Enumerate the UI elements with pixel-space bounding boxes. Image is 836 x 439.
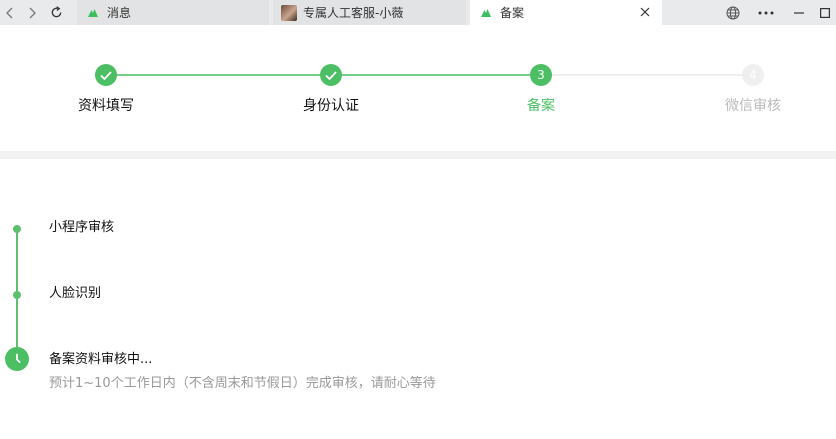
tab-label: 备案 <box>500 6 525 20</box>
tab-label: 消息 <box>107 6 132 20</box>
section-divider <box>0 151 836 159</box>
step-label-fill-info: 资料填写 <box>78 98 134 114</box>
step-connector <box>331 74 541 76</box>
clock-icon <box>5 347 29 371</box>
step-label-wechat-review: 微信审核 <box>725 98 781 114</box>
step-connector <box>541 74 753 76</box>
step-4-pending-badge: 4 <box>742 64 764 86</box>
progress-timeline: 小程序审核 人脸识别 备案资料审核中... 预计1~10个工作日内（不含周末和节… <box>0 159 836 439</box>
step-3-current-badge: 3 <box>530 64 552 86</box>
timeline-connector <box>16 295 18 353</box>
timeline-item-title: 小程序审核 <box>49 220 115 235</box>
close-tab-button[interactable] <box>638 5 652 19</box>
tab-filing[interactable]: 备案 <box>470 0 662 25</box>
timeline-done-dot <box>13 291 21 299</box>
tab-label: 专属人工客服-小薇 <box>303 6 404 20</box>
timeline-item-title: 备案资料审核中... <box>49 352 153 367</box>
step-number: 4 <box>749 68 757 82</box>
timeline-connector <box>16 229 18 295</box>
mini-program-icon <box>480 7 492 19</box>
step-label-filing: 备案 <box>527 98 555 114</box>
forward-button[interactable] <box>22 0 42 25</box>
minimize-button[interactable] <box>787 0 811 25</box>
more-button[interactable] <box>754 0 778 25</box>
maximize-icon <box>820 7 830 18</box>
maximize-button[interactable] <box>813 0 836 25</box>
mini-program-icon <box>87 7 99 19</box>
timeline-done-dot <box>13 225 21 233</box>
globe-icon <box>726 6 740 19</box>
step-number: 3 <box>537 68 545 82</box>
tab-customer-service[interactable]: 专属人工客服-小薇 <box>273 0 466 25</box>
step-2-done-badge <box>320 64 342 86</box>
browser-tab-bar: 消息 专属人工客服-小薇 备案 <box>0 0 836 25</box>
step-label-identity: 身份认证 <box>303 98 359 114</box>
reload-icon <box>51 6 61 18</box>
step-indicator: 3 4 资料填写 身份认证 备案 微信审核 <box>0 25 836 151</box>
step-connector <box>106 74 330 76</box>
language-button[interactable] <box>721 0 745 25</box>
more-icon <box>758 11 774 14</box>
chevron-right-icon <box>29 7 36 18</box>
minimize-icon <box>794 11 804 14</box>
chevron-left-icon <box>6 7 13 18</box>
timeline-item-title: 人脸识别 <box>49 286 102 301</box>
avatar <box>281 4 297 21</box>
close-icon <box>640 7 650 17</box>
tab-messages[interactable]: 消息 <box>77 0 269 25</box>
step-1-done-badge <box>95 64 117 86</box>
reload-button[interactable] <box>46 0 66 25</box>
check-icon <box>100 70 112 80</box>
back-button[interactable] <box>0 0 20 25</box>
check-icon <box>325 70 337 80</box>
timeline-item-description: 预计1~10个工作日内（不含周末和节假日）完成审核，请耐心等待 <box>49 376 436 391</box>
